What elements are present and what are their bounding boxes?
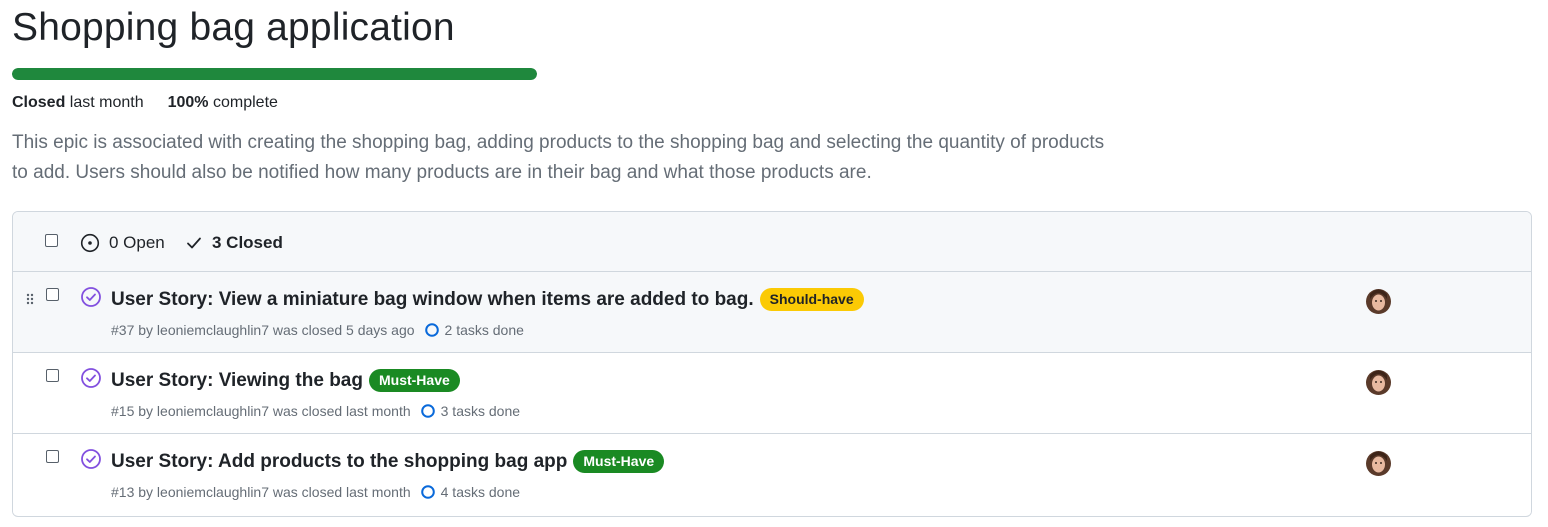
issue-tasks-text: 2 tasks done bbox=[444, 322, 524, 338]
issue-title-text[interactable]: User Story: Add products to the shopping… bbox=[111, 451, 567, 473]
milestone-title: Shopping bag application bbox=[12, 6, 455, 49]
issue-closed-icon bbox=[81, 368, 101, 388]
issue-row[interactable]: User Story: Viewing the bag Must-Have #1… bbox=[13, 353, 1531, 434]
avatar-image bbox=[1366, 451, 1391, 476]
issue-open-icon bbox=[80, 233, 100, 253]
issue-checkbox[interactable] bbox=[46, 288, 59, 301]
issue-row[interactable]: User Story: Add products to the shopping… bbox=[13, 434, 1531, 515]
issue-meta: #37 by leoniemclaughlin7 was closed 5 da… bbox=[111, 322, 524, 338]
issue-title[interactable]: User Story: View a miniature bag window … bbox=[111, 288, 864, 311]
issue-title[interactable]: User Story: Viewing the bag Must-Have bbox=[111, 369, 460, 392]
status-label: Closed bbox=[12, 94, 66, 111]
milestone-description: This epic is associated with creating th… bbox=[12, 132, 1105, 183]
open-filter-button[interactable]: 0 Open bbox=[80, 233, 165, 253]
avatar-image bbox=[1366, 289, 1391, 314]
closed-filter-button[interactable]: 3 Closed bbox=[185, 233, 283, 253]
issues-list: 0 Open 3 Closed User Story: View a minia… bbox=[12, 211, 1532, 517]
progress-bar-fill bbox=[12, 68, 537, 80]
issue-title-text[interactable]: User Story: Viewing the bag bbox=[111, 370, 363, 392]
check-icon bbox=[187, 237, 201, 249]
issue-row[interactable]: User Story: View a miniature bag window … bbox=[13, 272, 1531, 353]
complete-label: complete bbox=[212, 94, 278, 111]
issue-meta-text: #15 by leoniemclaughlin7 was closed last… bbox=[111, 403, 411, 419]
issue-meta-text: #13 by leoniemclaughlin7 was closed last… bbox=[111, 484, 411, 500]
issue-tasks-text: 3 tasks done bbox=[440, 403, 521, 419]
drag-handle-icon[interactable] bbox=[25, 291, 37, 305]
issue-checkbox[interactable] bbox=[46, 369, 59, 382]
task-progress-icon bbox=[420, 485, 435, 499]
issue-tasks: 3 tasks done bbox=[420, 403, 520, 419]
milestone-meta: Closed last month 100% complete bbox=[12, 94, 278, 112]
milestone-status: Closed last month bbox=[12, 94, 144, 112]
closed-filter-label: 3 Closed bbox=[212, 233, 283, 252]
complete-value: 100% bbox=[167, 94, 209, 111]
issues-list-header: 0 Open 3 Closed bbox=[13, 212, 1531, 272]
issue-meta: #13 by leoniemclaughlin7 was closed last… bbox=[111, 484, 520, 500]
issue-closed-icon bbox=[81, 449, 101, 469]
issue-closed-icon bbox=[81, 287, 101, 307]
status-time: last month bbox=[69, 94, 144, 111]
issue-title-text[interactable]: User Story: View a miniature bag window … bbox=[111, 289, 754, 311]
issue-title[interactable]: User Story: Add products to the shopping… bbox=[111, 450, 665, 473]
issue-label[interactable]: Should-have bbox=[759, 288, 864, 311]
avatar-image bbox=[1366, 370, 1391, 395]
issue-tasks-text: 4 tasks done bbox=[440, 484, 521, 500]
issue-label[interactable]: Must-Have bbox=[573, 450, 665, 473]
issue-tasks: 4 tasks done bbox=[420, 484, 520, 500]
task-progress-icon bbox=[420, 404, 435, 418]
open-filter-label: 0 Open bbox=[109, 233, 165, 252]
issue-tasks: 2 tasks done bbox=[424, 322, 524, 338]
assignee-avatar[interactable] bbox=[1366, 451, 1391, 476]
assignee-avatar[interactable] bbox=[1366, 289, 1391, 314]
task-progress-icon bbox=[424, 323, 439, 337]
milestone-complete: 100% complete bbox=[168, 94, 278, 112]
select-all-checkbox[interactable] bbox=[45, 234, 58, 247]
issue-checkbox[interactable] bbox=[46, 450, 59, 463]
issue-meta: #15 by leoniemclaughlin7 was closed last… bbox=[111, 403, 520, 419]
issue-meta-text: #37 by leoniemclaughlin7 was closed 5 da… bbox=[111, 322, 415, 338]
issue-label[interactable]: Must-Have bbox=[368, 369, 460, 392]
progress-bar bbox=[12, 68, 537, 80]
assignee-avatar[interactable] bbox=[1366, 370, 1391, 395]
